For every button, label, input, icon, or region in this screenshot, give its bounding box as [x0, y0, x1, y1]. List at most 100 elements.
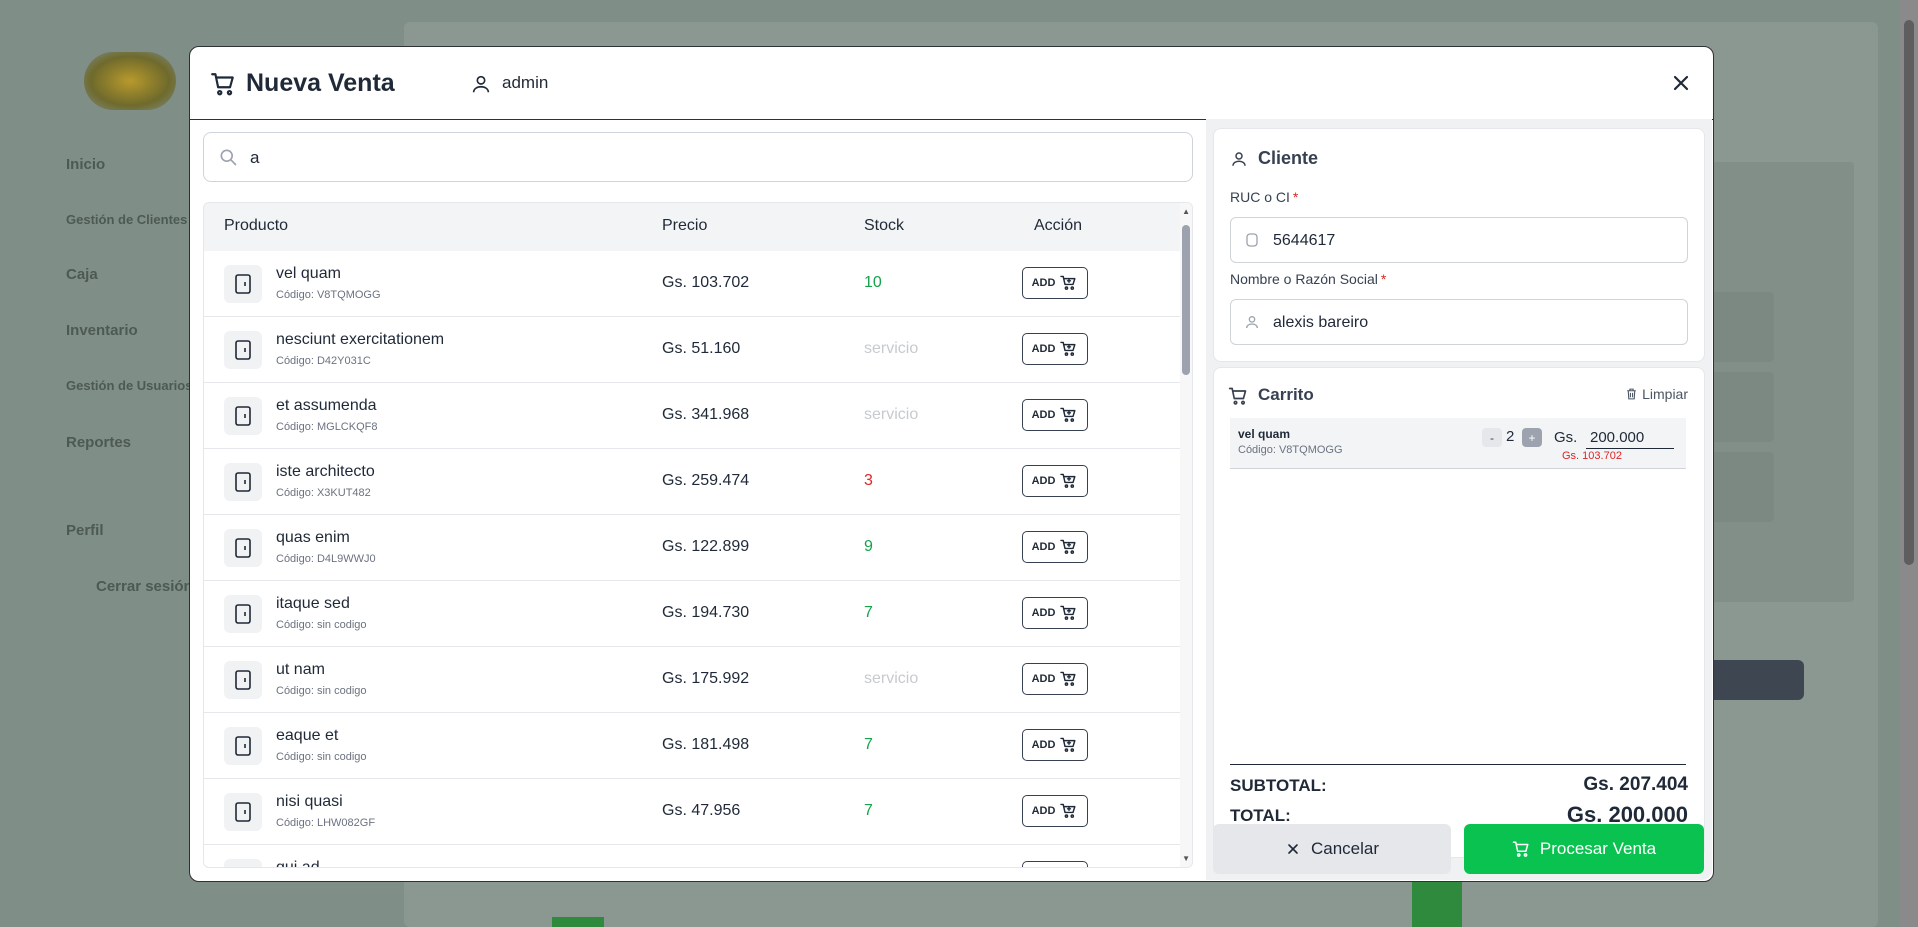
table-scrollbar-thumb[interactable] [1182, 225, 1190, 375]
add-to-cart-button[interactable]: ADD [1022, 729, 1088, 761]
add-cart-icon [1060, 275, 1076, 290]
modal-header: Nueva Venta admin [190, 47, 1713, 120]
add-label: ADD [1031, 409, 1056, 421]
add-to-cart-button[interactable]: ADD [1022, 399, 1088, 431]
name-label: Nombre o Razón Social * [1230, 271, 1387, 287]
bg-nav-caja: Caja [66, 266, 98, 283]
product-icon [224, 463, 262, 501]
bg-nav-logout: Cerrar sesión [96, 578, 193, 595]
add-label: ADD [1031, 475, 1056, 487]
current-user: admin [502, 73, 549, 92]
product-name: vel quam [276, 265, 341, 282]
cart-item-name: vel quam [1238, 427, 1291, 441]
add-cart-icon [1060, 671, 1076, 686]
add-to-cart-button[interactable]: ADD [1022, 663, 1088, 695]
add-cart-icon [1060, 341, 1076, 356]
product-search[interactable] [203, 132, 1193, 182]
add-to-cart-button[interactable]: ADD [1022, 795, 1088, 827]
add-label: ADD [1031, 343, 1056, 355]
process-sale-button[interactable]: Procesar Venta [1464, 824, 1704, 874]
add-to-cart-button[interactable]: ADD [1022, 465, 1088, 497]
product-icon [224, 661, 262, 699]
page-scrollbar-thumb[interactable] [1904, 20, 1914, 565]
trash-icon [1627, 388, 1636, 400]
cart-icon [1512, 841, 1529, 857]
add-cart-icon [1060, 803, 1076, 818]
product-code: Código: V8TQMOGG [276, 289, 381, 301]
add-cart-icon [1060, 539, 1076, 554]
add-cart-icon [1060, 737, 1076, 752]
product-name: itaque sed [276, 595, 350, 612]
product-stock: servicio [864, 340, 919, 357]
close-icon [1288, 844, 1298, 854]
product-name: eaque et [276, 727, 339, 744]
add-to-cart-button[interactable]: ADD [1022, 333, 1088, 365]
bg-nav-perfil: Perfil [66, 522, 104, 539]
add-label: ADD [1031, 739, 1056, 751]
product-price: Gs. 181.498 [662, 736, 750, 753]
cart-item-currency: Gs. [1554, 429, 1578, 446]
table-row: nesciunt exercitationem Código: D42Y031C G… [204, 317, 1180, 383]
scroll-down-arrow-icon[interactable]: ▼ [1182, 854, 1190, 863]
product-icon [224, 595, 262, 633]
subtotal-value: Gs. 207.404 [1583, 774, 1688, 795]
bg-chart-bar [552, 917, 604, 927]
table-scrollbar[interactable]: ▲ ▼ [1180, 203, 1192, 867]
add-to-cart-button[interactable]: ADD [1022, 531, 1088, 563]
total-label: TOTAL: [1230, 806, 1291, 825]
client-icon [1232, 152, 1246, 166]
product-code: Código: sin codigo [276, 685, 367, 697]
search-input[interactable] [248, 143, 1172, 173]
bg-nav-usuarios: Gestión de Usuarios [66, 378, 193, 393]
clear-cart-button[interactable]: Limpiar [1625, 386, 1688, 402]
product-name: et assumenda [276, 397, 377, 414]
add-label: ADD [1031, 277, 1056, 289]
decrease-qty-button[interactable]: - [1482, 428, 1502, 447]
ruc-field[interactable] [1230, 217, 1688, 263]
app-logo [84, 52, 176, 110]
user-icon [472, 75, 490, 93]
product-price: Gs. 341.968 [662, 406, 750, 423]
table-row: itaque sed Código: sin codigo Gs. 194.730 7… [204, 581, 1180, 647]
product-name: qui ad [276, 859, 320, 868]
product-stock: 3 [864, 472, 873, 489]
product-stock: 9 [864, 538, 873, 555]
table-row: qui adGs. 72.5830ADD [204, 845, 1180, 868]
add-to-cart-button[interactable]: ADD [1022, 861, 1088, 867]
add-to-cart-button[interactable]: ADD [1022, 597, 1088, 629]
clear-cart-label: Limpiar [1642, 386, 1688, 402]
cart-icon [211, 73, 234, 96]
person-icon [1246, 316, 1258, 329]
product-stock: 10 [864, 274, 882, 291]
product-code: Código: MGLCKQF8 [276, 421, 378, 433]
increase-qty-button[interactable]: + [1522, 428, 1542, 447]
product-code: Código: sin codigo [276, 619, 367, 631]
ruc-input[interactable] [1271, 228, 1675, 254]
product-price: Gs. 194.730 [662, 604, 750, 621]
table-row: iste architecto Código: X3KUT482 Gs. 259.4… [204, 449, 1180, 515]
products-table: Producto Precio Stock Acción vel quam Cód… [203, 202, 1193, 868]
cart-item-price-input[interactable] [1586, 426, 1674, 449]
product-icon [224, 859, 262, 867]
name-input[interactable] [1271, 310, 1675, 336]
cancel-button[interactable]: Cancelar [1213, 824, 1451, 874]
add-to-cart-button[interactable]: ADD [1022, 267, 1088, 299]
header-price: Precio [662, 217, 708, 234]
name-field[interactable] [1230, 299, 1688, 345]
product-stock: 7 [864, 604, 873, 621]
product-icon [224, 397, 262, 435]
scroll-up-arrow-icon[interactable]: ▲ [1182, 207, 1190, 216]
close-icon[interactable] [1669, 71, 1693, 95]
product-stock: 7 [864, 736, 873, 753]
add-label: ADD [1031, 673, 1056, 685]
header-action: Acción [1034, 217, 1083, 234]
table-row: vel quam Código: V8TQMOGG Gs. 103.702 10 ADD [204, 251, 1180, 317]
product-price: Gs. 259.474 [662, 472, 750, 489]
cancel-label: Cancelar [1310, 839, 1380, 858]
page-scrollbar[interactable] [1900, 0, 1918, 927]
header-product: Producto [224, 217, 289, 234]
cart-icon [1228, 387, 1247, 405]
modal-title: Nueva Venta [246, 69, 395, 97]
table-row: ut nam Código: sin codigo Gs. 175.992 servi… [204, 647, 1180, 713]
table-row: nisi quasi Código: LHW082GF Gs. 47.956 7 ADD [204, 779, 1180, 845]
